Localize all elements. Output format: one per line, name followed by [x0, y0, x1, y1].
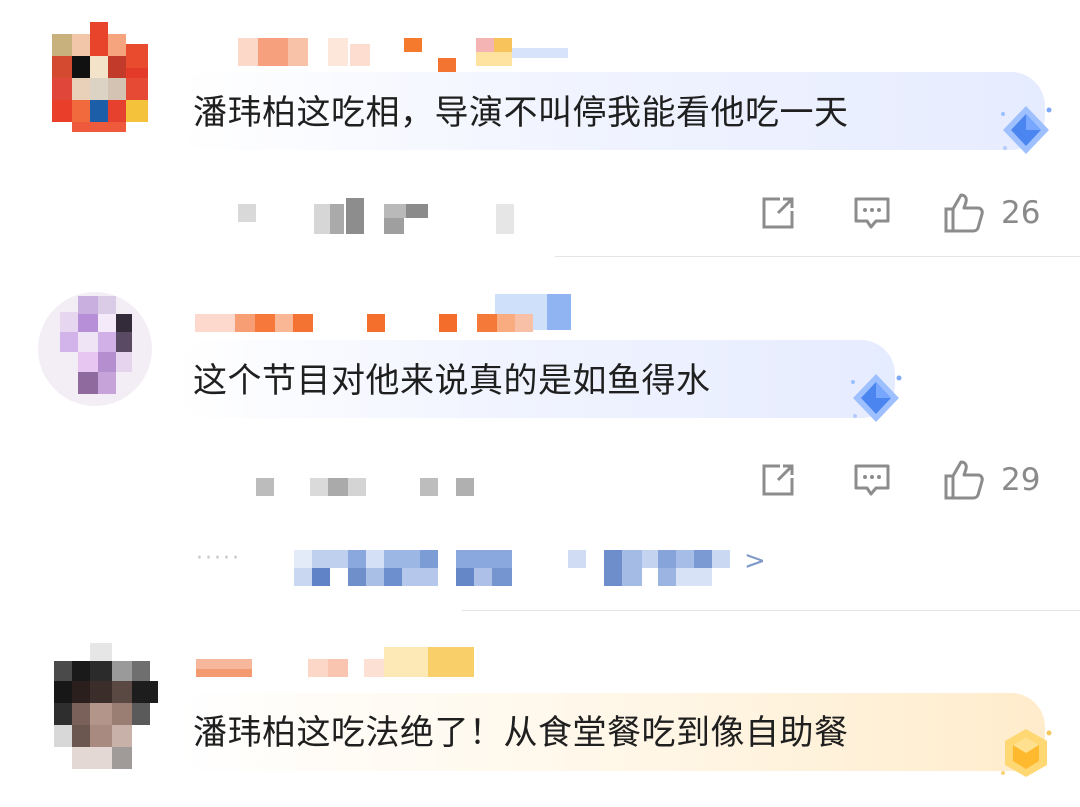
comment-text: 这个节目对他来说真的是如鱼得水 — [193, 361, 711, 401]
comment-icon[interactable] — [852, 460, 892, 500]
comment-2: 这个节目对他来说真的是如鱼得水 29 ····· > — [0, 258, 1080, 613]
avatar[interactable] — [54, 643, 164, 773]
comment-text: 潘玮柏这吃法绝了！从食堂餐吃到像自助餐 — [193, 713, 849, 753]
meta-redacted — [238, 198, 518, 238]
username-redacted[interactable] — [238, 38, 568, 72]
username-redacted[interactable] — [195, 294, 575, 332]
like-count: 26 — [1001, 195, 1041, 231]
comment-1: 潘玮柏这吃相，导演不叫停我能看他吃一天 26 — [0, 0, 1080, 258]
comment-3: 潘玮柏这吃法绝了！从食堂餐吃到像自助餐 — [0, 613, 1080, 807]
like-count: 29 — [1001, 462, 1041, 498]
diamond-badge-icon — [1001, 106, 1052, 154]
comment-icon[interactable] — [852, 193, 892, 233]
comment-text: 潘玮柏这吃相，导演不叫停我能看他吃一天 — [193, 93, 849, 133]
diamond-badge-icon — [851, 374, 902, 422]
share-icon[interactable] — [758, 193, 798, 233]
meta-redacted — [256, 476, 486, 516]
reply-dots: ····· — [196, 546, 241, 571]
view-replies-link[interactable] — [294, 550, 744, 590]
avatar[interactable] — [52, 22, 152, 132]
divider — [462, 610, 1080, 611]
gold-badge-icon — [1001, 729, 1052, 777]
divider — [555, 256, 1080, 257]
like-icon[interactable] — [942, 458, 986, 502]
like-icon[interactable] — [942, 191, 986, 235]
chevron-right-icon[interactable]: > — [744, 546, 766, 576]
avatar[interactable] — [38, 292, 152, 406]
share-icon[interactable] — [758, 460, 798, 500]
username-redacted[interactable] — [196, 647, 486, 677]
